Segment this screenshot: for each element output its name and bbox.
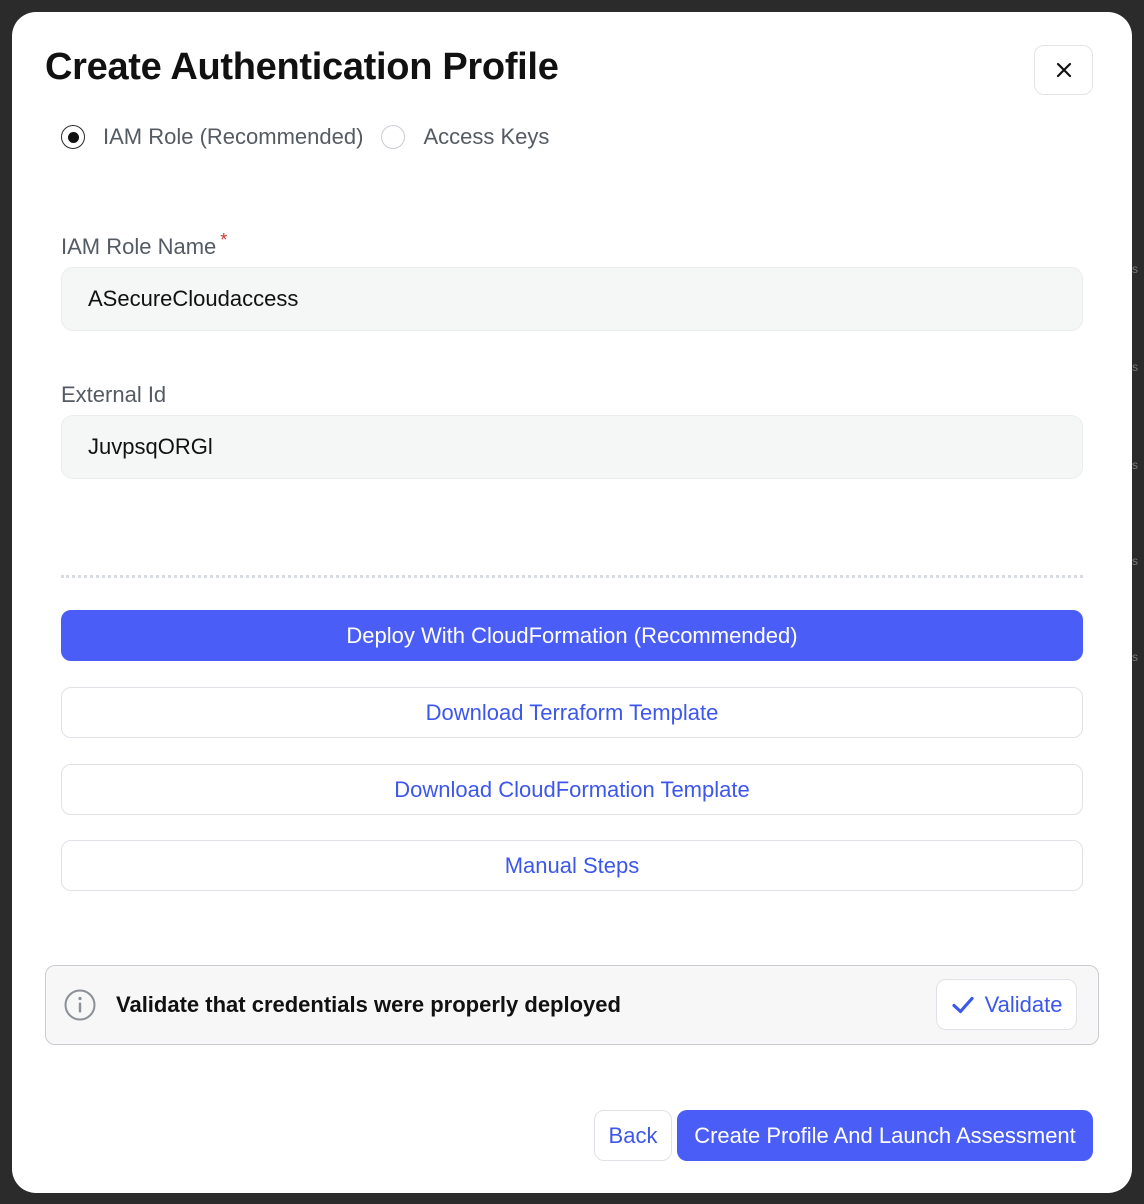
checkmark-icon xyxy=(951,996,974,1013)
validate-button-label: Validate xyxy=(984,991,1063,1017)
create-auth-profile-dialog: Create Authentication Profile IAM Role (… xyxy=(12,12,1132,1193)
external-id-label: External Id xyxy=(61,382,167,407)
info-icon xyxy=(64,989,96,1021)
download-cloudformation-button[interactable]: Download CloudFormation Template xyxy=(61,764,1083,815)
download-terraform-button[interactable]: Download Terraform Template xyxy=(61,687,1083,738)
required-asterisk: * xyxy=(220,230,228,250)
validate-credentials-panel: Validate that credentials were properly … xyxy=(45,965,1099,1045)
auth-method-radio-group: IAM Role (Recommended) Access Keys xyxy=(61,124,567,150)
external-id-input[interactable]: JuvpsqORGl xyxy=(61,415,1083,479)
radio-iam-role-label: IAM Role (Recommended) xyxy=(103,124,364,149)
create-profile-button[interactable]: Create Profile And Launch Assessment xyxy=(677,1110,1093,1161)
external-id-value: JuvpsqORGl xyxy=(88,434,213,459)
radio-access-keys[interactable]: Access Keys xyxy=(381,124,549,150)
dotted-divider xyxy=(61,575,1083,578)
radio-button-unchecked[interactable] xyxy=(381,125,406,149)
radio-dot xyxy=(67,131,79,143)
background-glyph: s xyxy=(1132,458,1138,472)
radio-access-keys-label: Access Keys xyxy=(423,124,550,149)
iam-role-name-input[interactable]: ASecureCloudaccess xyxy=(61,267,1083,331)
iam-role-name-label: IAM Role Name * xyxy=(61,230,227,260)
dialog-title: Create Authentication Profile xyxy=(45,46,559,88)
background-glyph: s xyxy=(1132,554,1138,568)
validate-message: Validate that credentials were properly … xyxy=(116,992,621,1017)
close-button[interactable] xyxy=(1034,45,1093,95)
close-icon xyxy=(1056,62,1071,78)
background-glyph: s xyxy=(1132,360,1138,374)
background-glyph: s xyxy=(1132,650,1138,664)
iam-role-name-label-text: IAM Role Name xyxy=(61,234,217,259)
background-glyph: s xyxy=(1132,262,1138,276)
back-button[interactable]: Back xyxy=(594,1110,672,1161)
radio-iam-role[interactable]: IAM Role (Recommended) xyxy=(61,124,363,150)
iam-role-name-value: ASecureCloudaccess xyxy=(88,286,299,311)
validate-button[interactable]: Validate xyxy=(936,979,1077,1030)
radio-button-checked[interactable] xyxy=(61,125,85,149)
deploy-cloudformation-button[interactable]: Deploy With CloudFormation (Recommended) xyxy=(61,610,1083,661)
manual-steps-button[interactable]: Manual Steps xyxy=(61,840,1083,891)
